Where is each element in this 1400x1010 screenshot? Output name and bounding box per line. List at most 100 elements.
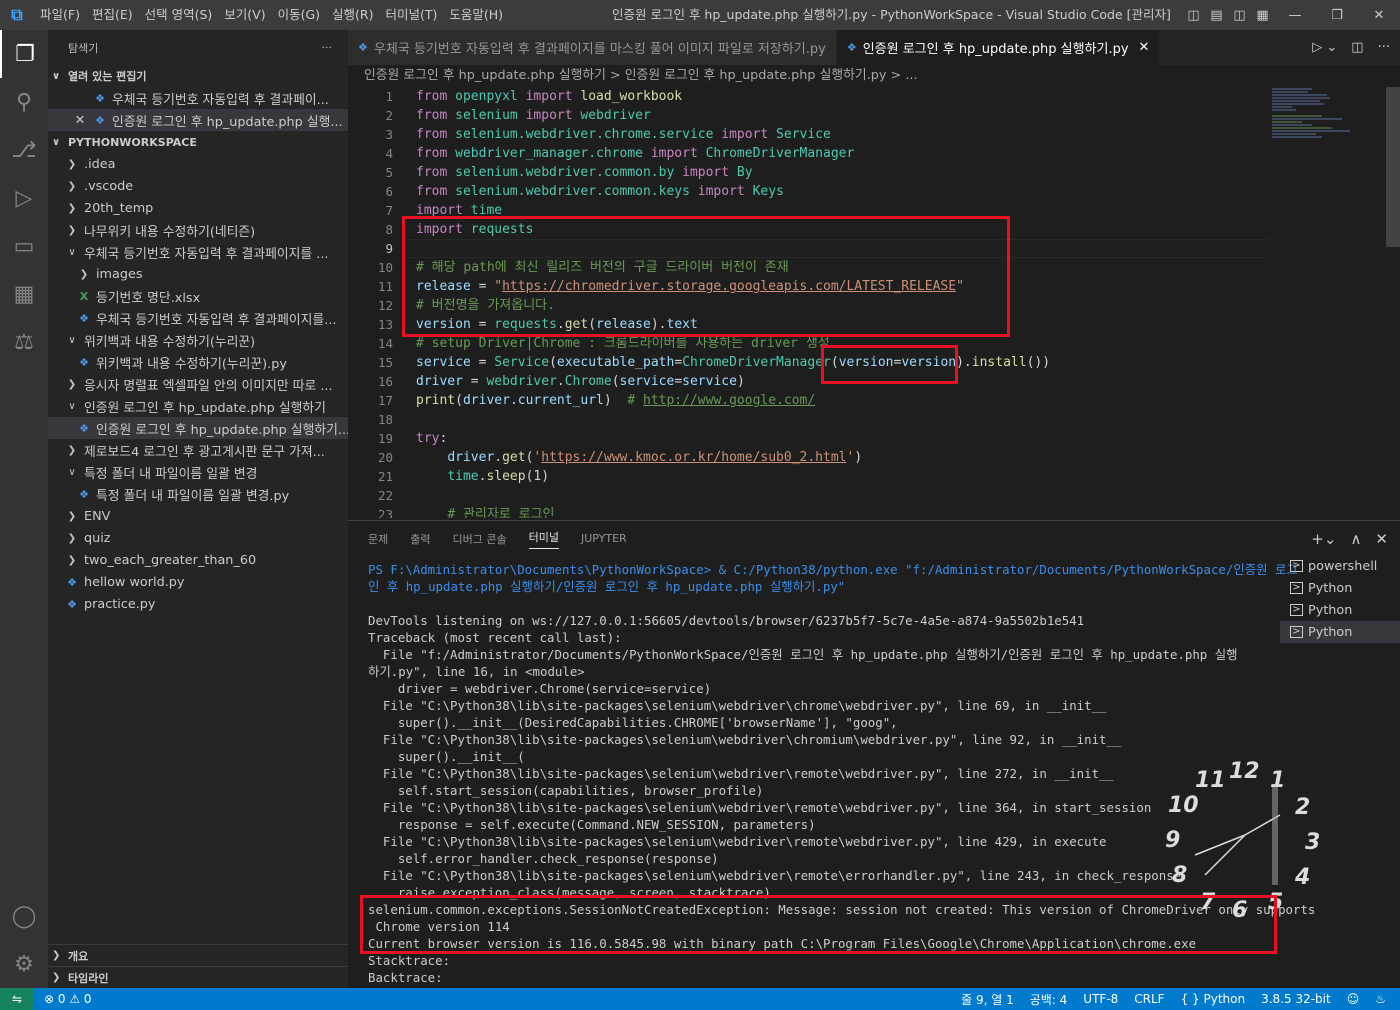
notifications-bell-icon[interactable]: ♨ bbox=[1375, 992, 1386, 1006]
chevron-right-icon: ❯ bbox=[79, 268, 89, 280]
workspace-header[interactable]: ∨ PYTHONWORKSPACE bbox=[48, 131, 348, 153]
menu-item[interactable]: 터미널(T) bbox=[380, 0, 444, 30]
end-of-line[interactable]: CRLF bbox=[1134, 992, 1164, 1006]
explorer-icon[interactable]: ❐ bbox=[0, 30, 48, 78]
explorer-more-button[interactable]: ··· bbox=[322, 41, 333, 54]
source-control-icon[interactable]: ⎇ bbox=[0, 126, 48, 174]
python-interpreter[interactable]: 3.8.5 32-bit bbox=[1261, 992, 1331, 1006]
toggle-secondary-sidebar-icon[interactable]: ◫ bbox=[1228, 8, 1251, 23]
terminal-line: super().__init__(DesiredCapabilities.CHR… bbox=[368, 715, 898, 730]
close-window-button[interactable]: ✕ bbox=[1358, 8, 1400, 23]
file-item[interactable]: ❖ hellow world.py bbox=[48, 571, 348, 593]
folder-item[interactable]: ❯ 나무위키 내용 수정하기(네티즌) bbox=[48, 219, 348, 241]
toggle-sidebar-icon[interactable]: ◫ bbox=[1182, 8, 1205, 23]
folder-item[interactable]: ❯ .idea bbox=[48, 153, 348, 175]
terminal-label: powershell bbox=[1308, 558, 1378, 574]
panel-tab[interactable]: 디버그 콘솔 bbox=[453, 531, 507, 547]
tree-item-label: 인증원 로그인 후 hp_update.php 실행하기 bbox=[84, 400, 326, 416]
menu-item[interactable]: 선택 영역(S) bbox=[139, 0, 219, 30]
new-terminal-icon[interactable]: +⌄ bbox=[1311, 530, 1336, 548]
problems-status[interactable]: ⊗ 0 ⚠ 0 bbox=[44, 992, 92, 1006]
more-actions-icon[interactable]: ··· bbox=[1378, 40, 1390, 55]
terminal-line: File "C:\Python38\lib\site-packages\sele… bbox=[368, 698, 1107, 713]
clock-overlay: 11 12 1 10 2 9 3 8 4 7 6 5 bbox=[1160, 755, 1320, 923]
open-editors-header[interactable]: ∨ 열려 있는 편집기 bbox=[48, 65, 348, 87]
settings-gear-icon[interactable]: ⚙ bbox=[0, 940, 48, 988]
menu-item[interactable]: 파일(F) bbox=[34, 0, 86, 30]
vscode-logo-icon[interactable]: ⧉ bbox=[0, 0, 34, 30]
highlight-box-release-code bbox=[402, 216, 1010, 337]
extensions-icon[interactable]: ▦ bbox=[0, 270, 48, 318]
code-line-21: time.sleep(1) bbox=[447, 469, 550, 484]
terminal-instance[interactable]: > Python bbox=[1280, 621, 1400, 643]
menu-item[interactable]: 도움말(H) bbox=[443, 0, 509, 30]
account-icon[interactable]: ◯ bbox=[0, 892, 48, 940]
cursor-position[interactable]: 줄 9, 열 1 bbox=[961, 991, 1014, 1008]
folder-item[interactable]: ∨ 인증원 로그인 후 hp_update.php 실행하기 bbox=[48, 395, 348, 417]
close-panel-icon[interactable]: ✕ bbox=[1375, 530, 1388, 548]
maximize-panel-icon[interactable]: ∧ bbox=[1350, 530, 1361, 548]
terminal-line: File "C:\Python38\lib\site-packages\sele… bbox=[368, 800, 1152, 815]
close-icon[interactable]: ✕ bbox=[72, 113, 88, 128]
panel-tab[interactable]: 문제 bbox=[368, 531, 388, 547]
folder-item[interactable]: ❯ .vscode bbox=[48, 175, 348, 197]
code-line-3: from selenium.webdriver.chrome.service i… bbox=[416, 127, 831, 142]
file-item[interactable]: ❖ 우체국 등기번호 자동입력 후 결과페이지를... bbox=[48, 307, 348, 329]
indentation[interactable]: 공백: 4 bbox=[1030, 991, 1068, 1008]
menu-item[interactable]: 보기(V) bbox=[218, 0, 271, 30]
file-item[interactable]: ❖ 특정 폴더 내 파일이름 일괄 변경.py bbox=[48, 483, 348, 505]
folder-item[interactable]: ❯ quiz bbox=[48, 527, 348, 549]
remote-indicator-icon[interactable]: ⇋ bbox=[0, 988, 34, 1010]
panel-tab[interactable]: 출력 bbox=[410, 531, 430, 547]
menu-item[interactable]: 이동(G) bbox=[272, 0, 326, 30]
split-editor-icon[interactable]: ◫ bbox=[1351, 40, 1363, 55]
panel-tab[interactable]: JUPYTER bbox=[581, 532, 627, 545]
minimize-button[interactable]: — bbox=[1274, 8, 1316, 23]
warning-count: 0 bbox=[83, 992, 92, 1006]
remote-explorer-icon[interactable]: ▭ bbox=[0, 222, 48, 270]
close-tab-icon[interactable]: ✕ bbox=[1139, 40, 1150, 55]
file-item[interactable]: X 등기번호 명단.xlsx bbox=[48, 285, 348, 307]
open-editor-item-active[interactable]: ✕ ❖ 인증원 로그인 후 hp_update.php 실행... bbox=[48, 109, 348, 131]
clock-number: 4 bbox=[1295, 865, 1311, 890]
file-item[interactable]: ❖ practice.py bbox=[48, 593, 348, 615]
testing-icon[interactable]: ⚖ bbox=[0, 318, 48, 366]
breadcrumb[interactable]: 인증원 로그인 후 hp_update.php 실행하기 > 인증원 로그인 후… bbox=[348, 65, 1400, 87]
folder-item[interactable]: ❯ 응시자 명렬표 엑셀파일 안의 이미지만 따로 ... bbox=[48, 373, 348, 395]
run-debug-icon[interactable]: ▷ bbox=[0, 174, 48, 222]
outline-header[interactable]: ❯ 개요 bbox=[48, 944, 348, 966]
menu-item[interactable]: 편집(E) bbox=[86, 0, 139, 30]
encoding[interactable]: UTF-8 bbox=[1083, 992, 1118, 1006]
search-icon[interactable]: ⚲ bbox=[0, 78, 48, 126]
folder-item[interactable]: ❯ ENV bbox=[48, 505, 348, 527]
chevron-right-icon: ❯ bbox=[67, 554, 77, 566]
folder-item[interactable]: ❯ 제로보드4 로그인 후 광고게시판 문구 가져... bbox=[48, 439, 348, 461]
panel-tab[interactable]: 터미널 bbox=[528, 529, 559, 549]
run-python-icon[interactable]: ▷ ⌄ bbox=[1312, 40, 1337, 55]
folder-item[interactable]: ∨ 특정 폴더 내 파일이름 일괄 변경 bbox=[48, 461, 348, 483]
folder-item[interactable]: ❯ images bbox=[48, 263, 348, 285]
menu-item[interactable]: 실행(R) bbox=[326, 0, 379, 30]
terminal-instance[interactable]: > Python bbox=[1280, 599, 1400, 621]
folder-item[interactable]: ∨ 우체국 등기번호 자동입력 후 결과페이지를 ... bbox=[48, 241, 348, 263]
minimap[interactable] bbox=[1272, 87, 1352, 207]
terminal-instance[interactable]: > Python bbox=[1280, 577, 1400, 599]
folder-item[interactable]: ∨ 위키백과 내용 수정하기(누리꾼) bbox=[48, 329, 348, 351]
chevron-right-icon: ❯ bbox=[67, 202, 77, 214]
editor-scrollbar[interactable] bbox=[1386, 87, 1400, 247]
file-item[interactable]: ❖ 위키백과 내용 수정하기(누리꾼).py bbox=[48, 351, 348, 373]
toggle-panel-icon[interactable]: ▤ bbox=[1205, 8, 1228, 23]
terminal-instance[interactable]: > powershell bbox=[1280, 555, 1400, 577]
open-editor-item[interactable]: ❖ 우체국 등기번호 자동입력 후 결과페이... bbox=[48, 87, 348, 109]
file-item[interactable]: ❖ 인증원 로그인 후 hp_update.php 실행하기.... bbox=[48, 417, 348, 439]
folder-item[interactable]: ❯ two_each_greater_than_60 bbox=[48, 549, 348, 571]
timeline-header[interactable]: ❯ 타임라인 bbox=[48, 966, 348, 988]
tab-hp-update-script[interactable]: ❖ 인증원 로그인 후 hp_update.php 실행하기.py ✕ bbox=[836, 30, 1161, 65]
tab-usps-script[interactable]: ❖ 우체국 등기번호 자동입력 후 결과페이지를 마스킹 풀어 이미지 파일로 저… bbox=[348, 30, 837, 65]
folder-item[interactable]: ❯ 20th_temp bbox=[48, 197, 348, 219]
language-mode[interactable]: { } Python bbox=[1181, 992, 1246, 1006]
line-number: 12 bbox=[377, 298, 393, 313]
customize-layout-icon[interactable]: ▦ bbox=[1251, 8, 1274, 23]
restore-button[interactable]: ❐ bbox=[1316, 8, 1358, 23]
feedback-icon[interactable]: ☺ bbox=[1347, 992, 1360, 1006]
